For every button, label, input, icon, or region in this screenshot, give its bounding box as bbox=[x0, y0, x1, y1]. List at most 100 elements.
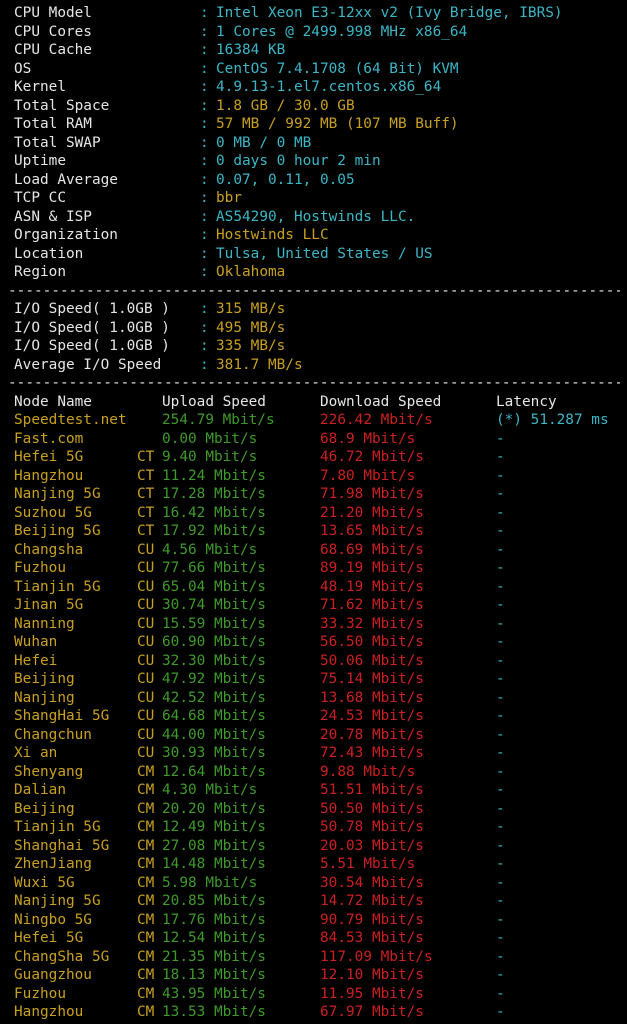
sysinfo-value: 0 MB / 0 MB bbox=[216, 134, 312, 151]
download-speed: 48.19 Mbit/s bbox=[320, 578, 424, 595]
upload-speed: 15.59 Mbit/s bbox=[162, 615, 266, 632]
upload-speed: 18.13 Mbit/s bbox=[162, 967, 266, 983]
upload-speed: 12.64 Mbit/s bbox=[162, 763, 266, 780]
download-speed: 20.78 Mbit/s bbox=[320, 726, 424, 743]
latency: - bbox=[496, 837, 505, 854]
latency: - bbox=[496, 985, 505, 1002]
sysinfo-value: 0.07, 0.11, 0.05 bbox=[216, 171, 355, 188]
sysinfo-label: Location bbox=[14, 245, 84, 262]
latency: - bbox=[496, 504, 505, 521]
sysinfo-value: 0 days 0 hour 2 min bbox=[216, 153, 381, 169]
node-name: Hangzhou bbox=[14, 467, 84, 484]
latency: - bbox=[496, 874, 505, 891]
download-speed: 71.62 Mbit/s bbox=[320, 597, 424, 613]
upload-speed: 17.76 Mbit/s bbox=[162, 911, 266, 928]
sysinfo-colon: : bbox=[200, 153, 209, 169]
upload-speed: 30.74 Mbit/s bbox=[162, 597, 266, 613]
download-speed: 68.69 Mbit/s bbox=[320, 541, 424, 558]
node-name: Nanning bbox=[14, 615, 75, 632]
download-speed: 50.50 Mbit/s bbox=[320, 800, 424, 817]
sysinfo-colon: : bbox=[200, 227, 209, 243]
sysinfo-colon: : bbox=[200, 60, 209, 77]
download-speed: 117.09 Mbit/s bbox=[320, 948, 433, 965]
io-colon: : bbox=[200, 338, 209, 354]
upload-speed: 47.92 Mbit/s bbox=[162, 671, 266, 687]
io-value: 495 MB/s bbox=[216, 319, 286, 336]
sysinfo-label: Region bbox=[14, 264, 66, 280]
latency: - bbox=[496, 782, 505, 798]
latency: - bbox=[496, 615, 505, 632]
download-speed: 21.20 Mbit/s bbox=[320, 504, 424, 521]
isp-code: CU bbox=[137, 708, 155, 724]
latency: - bbox=[496, 726, 505, 743]
download-speed: 13.65 Mbit/s bbox=[320, 523, 424, 539]
isp-code: CU bbox=[137, 745, 155, 761]
latency: - bbox=[496, 634, 505, 650]
isp-code: CT bbox=[137, 486, 155, 502]
download-speed: 71.98 Mbit/s bbox=[320, 486, 424, 502]
latency: - bbox=[496, 597, 505, 613]
isp-code: CT bbox=[137, 467, 155, 484]
node-name: Changsha bbox=[14, 541, 84, 558]
download-speed: 30.54 Mbit/s bbox=[320, 874, 424, 891]
latency: - bbox=[496, 893, 505, 909]
isp-code: CM bbox=[137, 800, 155, 817]
upload-speed: 5.98 Mbit/s bbox=[162, 874, 258, 891]
io-label: Average I/O Speed bbox=[14, 356, 162, 373]
isp-code: CU bbox=[137, 615, 155, 632]
isp-code: CU bbox=[137, 726, 155, 743]
node-name: ShangHai 5G bbox=[14, 708, 110, 724]
sysinfo-label: OS bbox=[14, 60, 32, 77]
isp-code: CU bbox=[137, 634, 155, 650]
download-speed: 84.53 Mbit/s bbox=[320, 930, 424, 946]
header-latency: Latency bbox=[496, 393, 557, 410]
sysinfo-value: Tulsa, United States / US bbox=[216, 245, 433, 262]
isp-code: CM bbox=[137, 763, 155, 780]
download-speed: 12.10 Mbit/s bbox=[320, 967, 424, 983]
latency: - bbox=[496, 1004, 505, 1020]
sysinfo-value: 1 Cores @ 2499.998 MHz x86_64 bbox=[216, 23, 468, 40]
sysinfo-label: ASN & ISP bbox=[14, 208, 92, 225]
latency: - bbox=[496, 560, 505, 576]
node-name: Tianjin 5G bbox=[14, 819, 101, 835]
node-name: Jinan 5G bbox=[14, 597, 84, 613]
download-speed: 50.78 Mbit/s bbox=[320, 819, 424, 835]
node-name: ChangSha 5G bbox=[14, 948, 110, 965]
download-speed: 11.95 Mbit/s bbox=[320, 985, 424, 1002]
sysinfo-colon: : bbox=[200, 23, 209, 40]
sysinfo-colon: : bbox=[200, 5, 209, 21]
header-node-name: Node Name bbox=[14, 393, 92, 410]
download-speed: 33.32 Mbit/s bbox=[320, 615, 424, 632]
upload-speed: 30.93 Mbit/s bbox=[162, 745, 266, 761]
upload-speed: 13.53 Mbit/s bbox=[162, 1004, 266, 1020]
sysinfo-value: AS54290, Hostwinds LLC. bbox=[216, 208, 416, 225]
isp-code: CU bbox=[137, 597, 155, 613]
node-name: Dalian bbox=[14, 782, 66, 798]
latency: - bbox=[496, 745, 505, 761]
upload-speed: 4.56 Mbit/s bbox=[162, 541, 258, 558]
download-speed: 13.68 Mbit/s bbox=[320, 689, 424, 706]
node-name: Fuzhou bbox=[14, 985, 66, 1002]
sysinfo-value: 4.9.13-1.el7.centos.x86_64 bbox=[216, 79, 442, 95]
upload-speed: 21.35 Mbit/s bbox=[162, 948, 266, 965]
upload-speed: 42.52 Mbit/s bbox=[162, 689, 266, 706]
isp-code: CT bbox=[137, 449, 155, 465]
download-speed: 68.9 Mbit/s bbox=[320, 430, 416, 447]
isp-code: CU bbox=[137, 671, 155, 687]
upload-speed: 60.90 Mbit/s bbox=[162, 634, 266, 650]
upload-speed: 44.00 Mbit/s bbox=[162, 726, 266, 743]
latency: - bbox=[496, 578, 505, 595]
node-name: Wuxi 5G bbox=[14, 874, 75, 891]
upload-speed: 20.20 Mbit/s bbox=[162, 800, 266, 817]
io-value: 381.7 MB/s bbox=[216, 356, 303, 373]
sysinfo-value: CentOS 7.4.1708 (64 Bit) KVM bbox=[216, 60, 459, 77]
upload-speed: 4.30 Mbit/s bbox=[162, 782, 258, 798]
sysinfo-label: Uptime bbox=[14, 153, 66, 169]
isp-code: CM bbox=[137, 893, 155, 909]
latency: - bbox=[496, 449, 505, 465]
isp-code: CM bbox=[137, 874, 155, 891]
upload-speed: 12.49 Mbit/s bbox=[162, 819, 266, 835]
isp-code: CU bbox=[137, 541, 155, 558]
node-name: Suzhou 5G bbox=[14, 504, 92, 521]
latency: - bbox=[496, 486, 505, 502]
